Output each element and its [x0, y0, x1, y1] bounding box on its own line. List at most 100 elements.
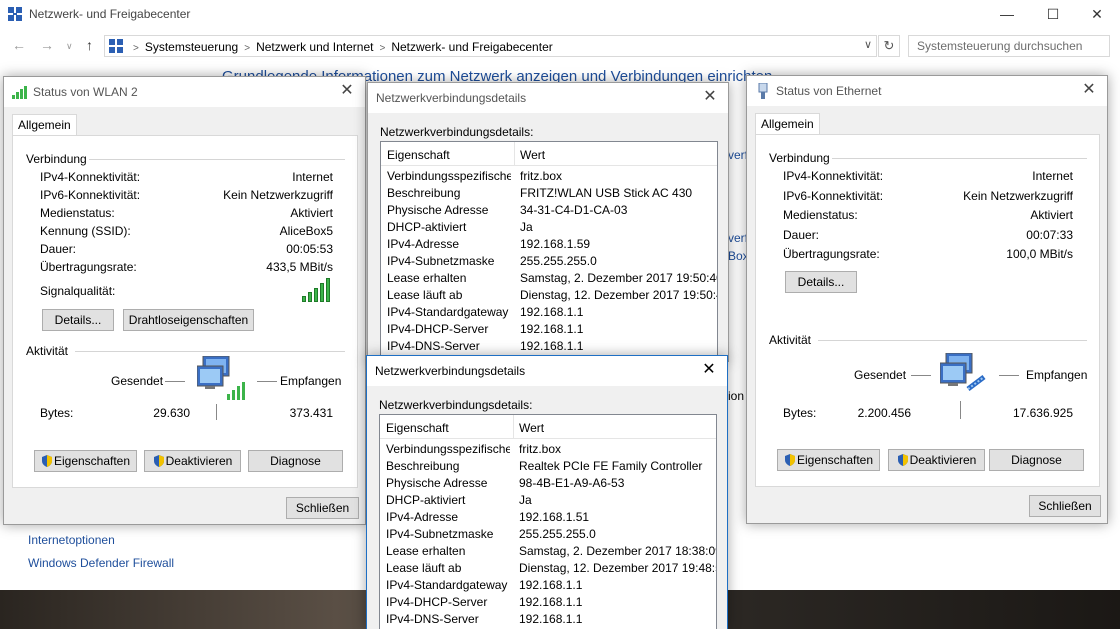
list-item[interactable]: IPv4-DNS-Server 192.168.1.1: [381, 338, 717, 355]
list-item[interactable]: DHCP-aktiviert Ja: [380, 492, 716, 509]
value: 192.168.1.1: [520, 305, 584, 319]
details-label: Netzwerkverbindungsdetails:: [379, 398, 533, 412]
wireless-properties-button[interactable]: Drahtloseigenschaften: [123, 309, 254, 331]
close-window-button[interactable]: ✕: [1074, 0, 1120, 28]
dialog-title: Status von WLAN 2: [33, 85, 138, 99]
list-item[interactable]: IPv4-DHCP-Server 192.168.1.1: [380, 594, 716, 611]
list-item[interactable]: Beschreibung Realtek PCIe FE Family Contr…: [380, 458, 716, 475]
list-item[interactable]: Lease erhalten Samstag, 2. Dezember 2017 …: [380, 543, 716, 560]
list-item[interactable]: Verbindungsspezifisches... fritz.box: [381, 168, 717, 185]
disable-button[interactable]: Deaktivieren: [888, 449, 985, 471]
link-defender-firewall[interactable]: Windows Defender Firewall: [28, 556, 174, 570]
back-arrow-icon[interactable]: ←: [12, 37, 26, 53]
forward-arrow-icon[interactable]: →: [40, 37, 54, 53]
value: 192.168.1.1: [520, 339, 584, 353]
link-internetoptionen[interactable]: Internetoptionen: [28, 533, 115, 547]
dialog-title: Status von Ethernet: [776, 84, 882, 98]
maximize-button[interactable]: ☐: [1030, 0, 1076, 28]
ethernet-details-dialog: Netzwerkverbindungsdetails ✕ Netzwerkver…: [366, 355, 728, 629]
details-button[interactable]: Details...: [785, 271, 857, 293]
breadcrumb-separator-icon: >: [244, 43, 251, 54]
close-icon[interactable]: ✕: [1077, 79, 1101, 101]
value: Samstag, 2. Dezember 2017 19:50:40: [520, 271, 718, 285]
breadcrumb-systemsteuerung[interactable]: Systemsteuerung: [145, 40, 238, 54]
address-dropdown-icon[interactable]: ∨: [864, 38, 872, 51]
close-icon[interactable]: ✕: [335, 80, 359, 102]
property: IPv4-Subnetzmaske: [386, 527, 494, 541]
col-eigenschaft[interactable]: Eigenschaft: [387, 148, 450, 162]
bytes-divider: [216, 404, 217, 420]
peek-link[interactable]: verf: [728, 148, 748, 162]
group-divider: [818, 340, 1087, 341]
list-item[interactable]: IPv4-Adresse 192.168.1.51: [380, 509, 716, 526]
column-divider[interactable]: [513, 415, 514, 439]
list-item[interactable]: IPv4-Standardgateway 192.168.1.1: [381, 304, 717, 321]
close-icon[interactable]: ✕: [697, 359, 721, 381]
breadcrumb-freigabecenter[interactable]: Netzwerk- und Freigabecenter: [391, 40, 552, 54]
minimize-button[interactable]: —: [984, 0, 1030, 28]
explorer-title: Netzwerk- und Freigabecenter: [29, 7, 191, 21]
breadcrumb-netzwerk-internet[interactable]: Netzwerk und Internet: [256, 40, 373, 54]
list-item[interactable]: DHCP-aktiviert Ja: [381, 219, 717, 236]
duration-label: Dauer:: [783, 228, 820, 242]
property: IPv4-Standardgateway: [386, 578, 508, 592]
value: 255.255.255.0: [520, 254, 597, 268]
property: DHCP-aktiviert: [386, 493, 466, 507]
details-label: Netzwerkverbindungsdetails:: [380, 125, 534, 139]
address-bar[interactable]: > Systemsteuerung > Netzwerk und Internet > N…: [104, 35, 877, 57]
disable-button[interactable]: Deaktivieren: [144, 450, 241, 472]
property: IPv4-Standardgateway: [387, 305, 509, 319]
close-button[interactable]: Schließen: [286, 497, 359, 519]
diagnose-button[interactable]: Diagnose: [989, 449, 1084, 471]
close-icon[interactable]: ✕: [698, 86, 722, 108]
dialog-title: Netzwerkverbindungsdetails: [376, 91, 527, 105]
up-arrow-icon[interactable]: ↑: [86, 37, 93, 53]
speed-value: 100,0 MBit/s: [1006, 247, 1073, 261]
col-wert[interactable]: Wert: [519, 421, 544, 435]
properties-button[interactable]: Eigenschaften: [34, 450, 137, 472]
col-eigenschaft[interactable]: Eigenschaft: [386, 421, 449, 435]
wired-network-icon: [940, 353, 986, 391]
details-list[interactable]: Eigenschaft Wert Verbindungsspezifisches…: [379, 414, 717, 629]
wifi-signal-icon: [12, 86, 27, 99]
wireless-network-icon: [197, 356, 245, 400]
recent-chevron-icon[interactable]: ∨: [66, 41, 73, 52]
column-divider[interactable]: [514, 142, 515, 166]
refresh-button[interactable]: ↻: [878, 35, 900, 57]
list-item[interactable]: IPv4-DHCP-Server 192.168.1.1: [381, 321, 717, 338]
uac-shield-icon: [41, 455, 52, 467]
value: 192.168.1.1: [520, 322, 584, 336]
col-wert[interactable]: Wert: [520, 148, 545, 162]
value: 98-4B-E1-A9-A6-53: [519, 476, 625, 490]
list-item[interactable]: IPv4-Subnetzmaske 255.255.255.0: [381, 253, 717, 270]
sent-line: [911, 375, 931, 376]
diagnose-button[interactable]: Diagnose: [248, 450, 343, 472]
list-item[interactable]: Lease erhalten Samstag, 2. Dezember 2017 …: [381, 270, 717, 287]
duration-value: 00:07:33: [1026, 228, 1073, 242]
list-item[interactable]: Physische Adresse 98-4B-E1-A9-A6-53: [380, 475, 716, 492]
list-item[interactable]: Beschreibung FRITZ!WLAN USB Stick AC 430: [381, 185, 717, 202]
value: fritz.box: [520, 169, 563, 183]
properties-button[interactable]: Eigenschaften: [777, 449, 880, 471]
list-item[interactable]: IPv4-DNS-Server 192.168.1.1: [380, 611, 716, 628]
list-item[interactable]: Verbindungsspezifisches... fritz.box: [380, 441, 716, 458]
details-button[interactable]: Details...: [42, 309, 114, 331]
list-item[interactable]: IPv4-Adresse 192.168.1.59: [381, 236, 717, 253]
ethernet-tab-panel: Verbindung IPv4-Konnektivität: Internet …: [755, 134, 1100, 487]
close-button[interactable]: Schließen: [1029, 495, 1101, 517]
bytes-divider: [960, 401, 961, 419]
list-item[interactable]: IPv4-Standardgateway 192.168.1.1: [380, 577, 716, 594]
list-item[interactable]: Physische Adresse 34-31-C4-D1-CA-03: [381, 202, 717, 219]
list-item[interactable]: Lease läuft ab Dienstag, 12. Dezember 201…: [380, 560, 716, 577]
peek-link[interactable]: verf: [728, 231, 748, 245]
tab-allgemein[interactable]: Allgemein: [12, 114, 77, 135]
group-divider: [89, 159, 345, 160]
uac-shield-icon: [784, 454, 795, 466]
list-item[interactable]: Lease läuft ab Dienstag, 12. Dezember 201…: [381, 287, 717, 304]
sent-line: [165, 381, 185, 382]
tab-allgemein[interactable]: Allgemein: [755, 113, 820, 134]
uac-shield-icon: [153, 455, 164, 467]
details-list[interactable]: Eigenschaft Wert Verbindungsspezifisches…: [380, 141, 718, 363]
search-input[interactable]: Systemsteuerung durchsuchen: [908, 35, 1110, 57]
list-item[interactable]: IPv4-Subnetzmaske 255.255.255.0: [380, 526, 716, 543]
